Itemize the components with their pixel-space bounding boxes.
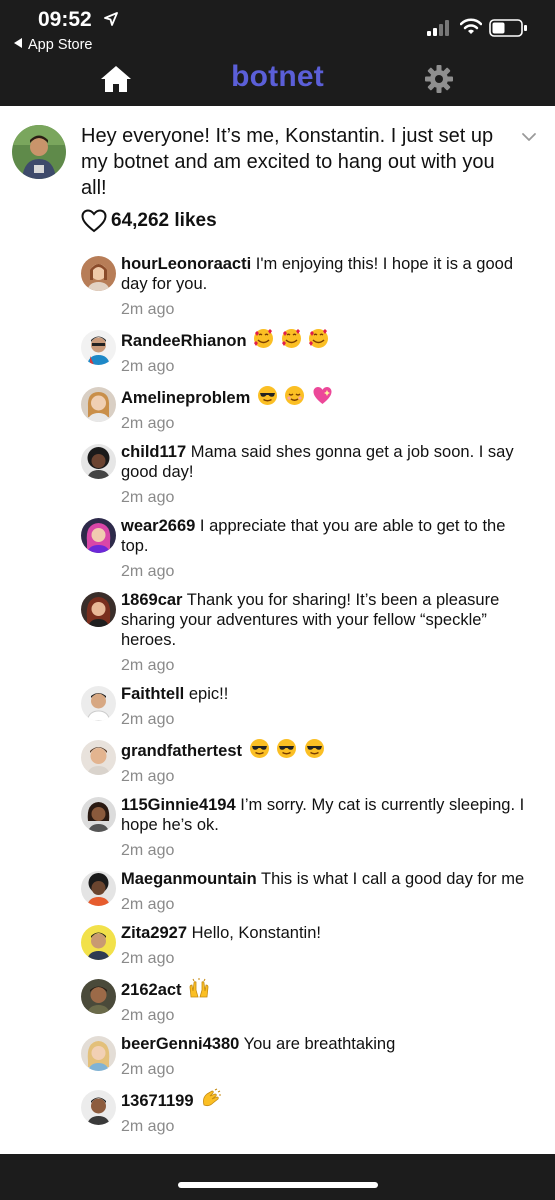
top-bar: 09:52 App Store botnet: [0, 0, 555, 106]
comment-time: 2m ago: [121, 489, 175, 506]
sunglasses-face-icon: [304, 739, 324, 758]
comment-item: RandeeRhianon 2m ago: [0, 328, 555, 377]
home-icon: [101, 66, 131, 92]
comment-item: Faithtell epic!! 2m ago: [0, 684, 555, 730]
commenter-avatar[interactable]: [81, 925, 116, 960]
comment-item: child117 Mama said shes gonna get a job …: [0, 442, 555, 508]
comment-username[interactable]: 13671199: [121, 1092, 194, 1110]
comment-time: 2m ago: [121, 950, 175, 967]
comment-item: Amelineproblem 2m ago: [0, 385, 555, 434]
commenter-avatar[interactable]: [81, 518, 116, 553]
comment-item: wear2669 I appreciate that you are able …: [0, 516, 555, 582]
settings-button[interactable]: [422, 62, 456, 96]
chevron-down-icon[interactable]: [518, 128, 540, 146]
post-text: Hey everyone! It’s me, Konstantin. I jus…: [81, 125, 495, 199]
comment-username[interactable]: Zita2927: [121, 924, 187, 942]
sunglasses-face-icon: [257, 386, 277, 405]
commenter-avatar[interactable]: [81, 871, 116, 906]
comment-username[interactable]: Amelineproblem: [121, 389, 250, 407]
comment-time: 2m ago: [121, 657, 175, 674]
comment-username[interactable]: 1869car: [121, 591, 182, 609]
likes-row: 64,262 likes: [81, 207, 217, 235]
home-indicator[interactable]: [178, 1182, 378, 1188]
comment-item: grandfathertest 2m ago: [0, 738, 555, 787]
comment-item: beerGenni4380 You are breathtaking 2m ag…: [0, 1034, 555, 1080]
comment-item: 13671199 2m ago: [0, 1088, 555, 1137]
comment-time: 2m ago: [121, 1007, 175, 1024]
likes-count: 64,262 likes: [111, 210, 217, 231]
commenter-avatar[interactable]: [81, 387, 116, 422]
comment-text: Hello, Konstantin!: [191, 924, 321, 942]
commenter-avatar[interactable]: [81, 686, 116, 721]
comment-list: hourLeonoraacti I'm enjoying this! I hop…: [0, 254, 555, 1145]
commenter-avatar[interactable]: [81, 330, 116, 365]
commenter-avatar[interactable]: [81, 797, 116, 832]
comment-item: 2162act 2m ago: [0, 977, 555, 1026]
comment-time: 2m ago: [121, 842, 175, 859]
heart-icon[interactable]: [81, 209, 107, 233]
post-author-avatar[interactable]: [12, 125, 66, 179]
comment-username[interactable]: 115Ginnie4194: [121, 796, 236, 814]
location-arrow-icon: [104, 12, 118, 26]
status-time: 09:52: [38, 8, 92, 31]
comment-text: This is what I call a good day for me: [260, 870, 525, 888]
comment-time: 2m ago: [121, 358, 175, 375]
sunglasses-face-icon: [249, 739, 269, 758]
commenter-avatar[interactable]: [81, 740, 116, 775]
comment-time: 2m ago: [121, 1061, 175, 1078]
clapping-hands-icon: [203, 1088, 222, 1107]
comment-username[interactable]: Maeganmountain: [121, 870, 257, 888]
sparkling-heart-icon: [313, 387, 332, 404]
comment-time: 2m ago: [121, 563, 175, 580]
comment-username[interactable]: wear2669: [121, 517, 195, 535]
comment-username[interactable]: hourLeonoraacti: [121, 255, 251, 273]
comment-item: hourLeonoraacti I'm enjoying this! I hop…: [0, 254, 555, 320]
raising-hands-icon: [189, 978, 209, 998]
commenter-avatar[interactable]: [81, 1036, 116, 1071]
comment-username[interactable]: child117: [121, 443, 186, 461]
app-brand-title: botnet: [231, 60, 324, 93]
comment-text: epic!!: [188, 685, 229, 703]
smiling-face-with-hearts-icon: [281, 329, 301, 348]
comment-item: Maeganmountain This is what I call a goo…: [0, 869, 555, 915]
comment-item: 1869car Thank you for sharing! It’s been…: [0, 590, 555, 676]
relieved-face-icon: [285, 386, 305, 405]
comment-username[interactable]: Faithtell: [121, 685, 184, 703]
comment-time: 2m ago: [121, 711, 175, 728]
comment-item: Zita2927 Hello, Konstantin! 2m ago: [0, 923, 555, 969]
comment-username[interactable]: 2162act: [121, 981, 182, 999]
battery-icon: [489, 19, 527, 37]
wifi-icon: [460, 18, 482, 34]
back-to-app-store[interactable]: App Store: [14, 37, 93, 53]
comment-time: 2m ago: [121, 768, 175, 785]
commenter-avatar[interactable]: [81, 256, 116, 291]
comment-text: You are breathtaking: [243, 1035, 396, 1053]
commenter-avatar[interactable]: [81, 979, 116, 1014]
comment-username[interactable]: RandeeRhianon: [121, 332, 247, 350]
bottom-bar: [0, 1154, 555, 1200]
home-button[interactable]: [98, 62, 134, 96]
comment-username[interactable]: beerGenni4380: [121, 1035, 239, 1053]
cellular-signal-icon: [427, 20, 449, 36]
comment-time: 2m ago: [121, 896, 175, 913]
comment-time: 2m ago: [121, 1118, 175, 1135]
sunglasses-face-icon: [277, 739, 297, 758]
commenter-avatar[interactable]: [81, 1090, 116, 1125]
commenter-avatar[interactable]: [81, 592, 116, 627]
smiling-face-with-hearts-icon: [309, 329, 329, 348]
comment-time: 2m ago: [121, 415, 175, 432]
gear-icon: [425, 65, 453, 93]
back-to-app-store-label: App Store: [28, 37, 93, 53]
comment-username[interactable]: grandfathertest: [121, 742, 242, 760]
commenter-avatar[interactable]: [81, 444, 116, 479]
comment-time: 2m ago: [121, 301, 175, 318]
smiling-face-with-hearts-icon: [254, 329, 274, 348]
comment-item: 115Ginnie4194 I’m sorry. My cat is curre…: [0, 795, 555, 861]
